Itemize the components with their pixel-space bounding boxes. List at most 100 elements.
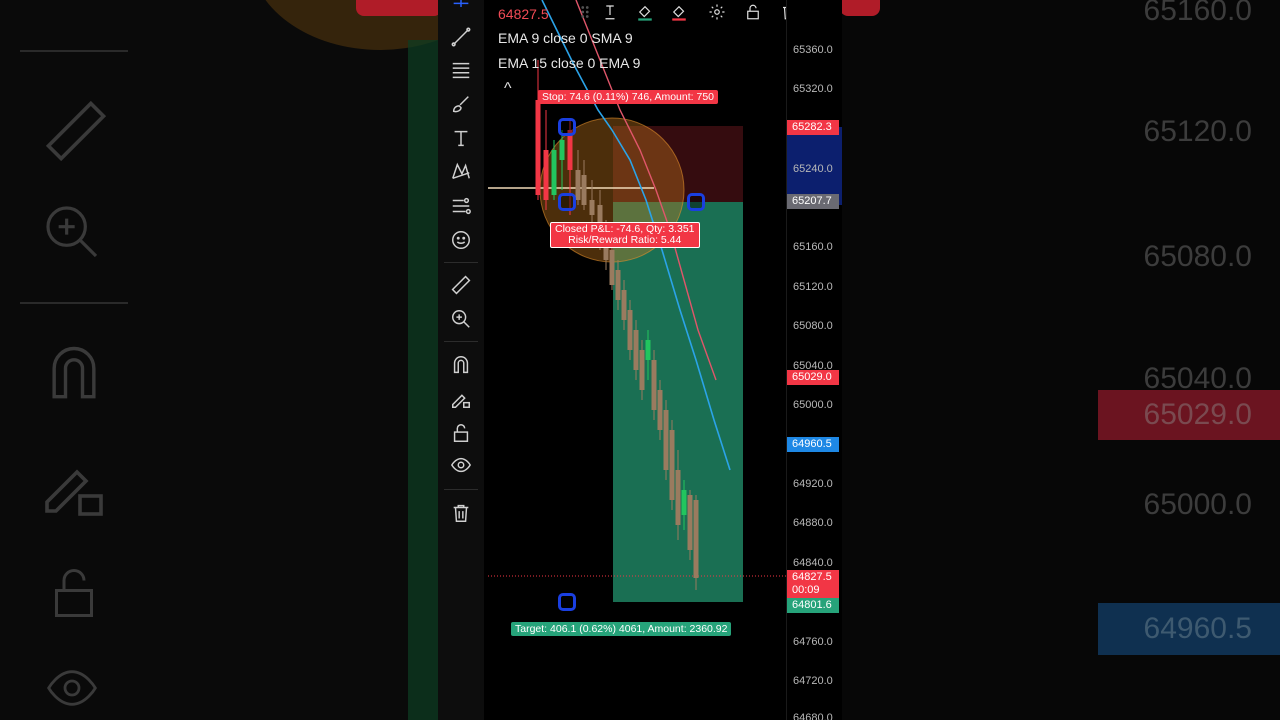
paint-bucket-red-icon xyxy=(672,5,686,21)
bg-price: 65029.0 xyxy=(1143,398,1252,431)
brush-icon xyxy=(452,96,469,113)
profit-color-button[interactable] xyxy=(634,1,656,23)
forecast-tool-button[interactable] xyxy=(448,193,474,219)
axis-tick: 65320.0 xyxy=(793,83,833,95)
loss-color-button[interactable] xyxy=(668,1,690,23)
bg-green-strip xyxy=(408,40,440,720)
candle-body xyxy=(681,490,687,515)
candle-body xyxy=(669,430,675,500)
entry-handle[interactable] xyxy=(558,193,576,211)
candle-body xyxy=(615,270,621,300)
toolbar-divider xyxy=(444,341,478,342)
lock-drawings-button[interactable] xyxy=(448,420,474,446)
last-price-value: 64827.5 xyxy=(792,571,832,583)
stop-label: Stop: 74.6 (0.11%) 746, Amount: 750 xyxy=(538,90,719,104)
indicator-legend-2[interactable]: EMA 15 close 0 EMA 9 xyxy=(498,55,640,71)
text-icon xyxy=(454,130,468,147)
bar-countdown: 00:09 xyxy=(792,584,820,596)
bg-price: 65160.0 xyxy=(1143,0,1252,27)
ruler-icon xyxy=(40,95,112,177)
candle-body xyxy=(693,500,699,578)
pattern-tool-button[interactable] xyxy=(448,158,474,184)
bg-price: 65000.0 xyxy=(1143,488,1252,521)
last-price-tag: 64827.5 00:09 xyxy=(787,570,839,598)
sma-price-tag: 64960.5 xyxy=(787,437,839,452)
fib-tool-button[interactable] xyxy=(448,57,474,83)
chart-canvas xyxy=(488,0,786,602)
text-style-button[interactable] xyxy=(599,1,621,23)
emoji-tool-button[interactable] xyxy=(448,227,474,253)
trendline-icon xyxy=(451,27,471,47)
candle-body xyxy=(589,200,595,215)
bg-price: 65080.0 xyxy=(1143,240,1252,273)
target-handle[interactable] xyxy=(558,593,576,611)
collapse-legend-chevron-icon[interactable]: ^ xyxy=(504,80,512,98)
axis-tick: 64680.0 xyxy=(793,712,833,720)
bg-red-tab xyxy=(356,0,442,16)
settings-button[interactable] xyxy=(706,1,728,23)
closed-pnl-label: Closed P&L: -74.6, Qty: 3.351 Risk/Rewar… xyxy=(550,222,700,248)
text-tool-button[interactable] xyxy=(448,125,474,151)
eye-icon xyxy=(450,457,472,473)
zoom-in-icon xyxy=(452,310,470,328)
drag-handle-icon[interactable] xyxy=(574,1,596,23)
smiley-icon xyxy=(452,231,470,249)
bg-price: 65040.0 xyxy=(1143,362,1252,395)
width-handle[interactable] xyxy=(687,193,705,211)
bg-divider xyxy=(20,302,128,304)
eye-icon xyxy=(40,660,104,720)
prediction-icon xyxy=(452,197,471,215)
hide-drawings-button[interactable] xyxy=(448,452,474,478)
risk-reward-line: Risk/Reward Ratio: 5.44 xyxy=(568,234,682,246)
target-label: Target: 406.1 (0.62%) 4061, Amount: 2360… xyxy=(511,622,732,636)
text-underline-icon xyxy=(605,5,615,20)
candle-body xyxy=(633,330,639,370)
toolbar-divider xyxy=(444,262,478,263)
brush-tool-button[interactable] xyxy=(448,91,474,117)
axis-tick: 65240.0 xyxy=(793,163,833,175)
candle-body xyxy=(551,150,557,195)
candle-body xyxy=(621,290,627,320)
candle-body xyxy=(581,175,587,205)
unlock-icon xyxy=(44,560,104,636)
gear-icon xyxy=(709,4,725,20)
lock-icon xyxy=(747,4,759,20)
zoom-tool-button[interactable] xyxy=(448,306,474,332)
pattern-icon xyxy=(452,162,470,180)
target-zone xyxy=(613,202,743,602)
crosshair-icon xyxy=(453,0,469,7)
candle-body xyxy=(663,410,669,470)
candle-body xyxy=(543,150,549,200)
entry-price-tag: 65207.7 xyxy=(787,194,839,209)
axis-tick: 65120.0 xyxy=(793,281,833,293)
magnet-icon xyxy=(453,356,469,374)
price-axis[interactable]: 65360.0 65320.0 65240.0 65160.0 65120.0 … xyxy=(786,0,842,720)
axis-tick: 65360.0 xyxy=(793,44,833,56)
stop-price-tag: 65282.3 xyxy=(787,120,839,135)
crosshair-tool-button[interactable] xyxy=(448,0,474,20)
remove-drawings-button[interactable] xyxy=(448,500,474,526)
candle-body xyxy=(675,470,681,525)
paint-bucket-green-icon xyxy=(638,5,652,21)
candle-body xyxy=(687,495,693,550)
candle-body xyxy=(639,350,645,390)
magnet-button[interactable] xyxy=(448,352,474,378)
stay-in-drawing-button[interactable] xyxy=(448,386,474,412)
axis-tick: 64760.0 xyxy=(793,636,833,648)
stop-handle[interactable] xyxy=(558,118,576,136)
chart-area[interactable]: 64827.5 EMA 9 close 0 SMA 9 EMA 15 close… xyxy=(484,0,786,720)
axis-tick: 64720.0 xyxy=(793,675,833,687)
magnet-icon xyxy=(40,340,108,418)
candle-body xyxy=(651,360,657,410)
target-price-tag: 64801.6 xyxy=(787,598,839,613)
trendline-tool-button[interactable] xyxy=(448,24,474,50)
ema-price-tag: 65029.0 xyxy=(787,370,839,385)
measure-tool-button[interactable] xyxy=(448,272,474,298)
trash-icon xyxy=(453,504,469,522)
lock-button[interactable] xyxy=(742,1,764,23)
pencil-lock-icon xyxy=(38,448,110,530)
candle-body xyxy=(575,170,581,200)
phone-screen: 64827.5 EMA 9 close 0 SMA 9 EMA 15 close… xyxy=(438,0,842,720)
pencil-lock-icon xyxy=(452,394,470,408)
indicator-legend-1[interactable]: EMA 9 close 0 SMA 9 xyxy=(498,30,633,46)
